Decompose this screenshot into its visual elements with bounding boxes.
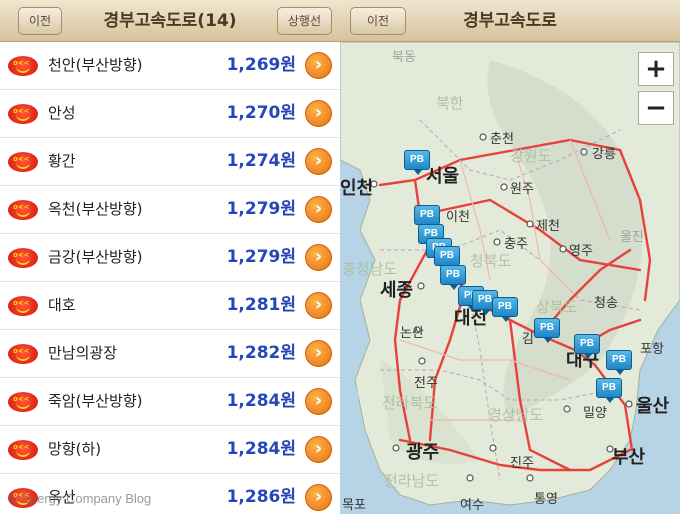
map-label-seoul: 서울 — [426, 166, 460, 187]
map-label-sejong: 세종 — [380, 280, 414, 301]
map-label-mokpo: 목포 — [342, 498, 366, 513]
station-marker[interactable]: PB — [492, 297, 518, 322]
map-label-gyeongbuk: 상북도 — [536, 298, 578, 316]
station-price: 1,284원 — [226, 391, 296, 411]
list-item[interactable]: o<< 망향(하) 1,284원 › — [0, 426, 340, 474]
station-marker[interactable]: PB — [404, 150, 430, 175]
gs-caltex-logo-icon: o<< — [8, 440, 38, 460]
list-item[interactable]: o<< 황간 1,274원 › — [0, 138, 340, 186]
list-item[interactable]: o<< 죽암(부산방향) 1,284원 › — [0, 378, 340, 426]
station-marker[interactable]: PB — [596, 378, 622, 403]
list-item[interactable]: o<< 옥천(부산방향) 1,279원 › — [0, 186, 340, 234]
station-name: 안성 — [48, 104, 76, 122]
station-name: 황간 — [48, 152, 76, 170]
chevron-right-icon[interactable]: › — [305, 100, 332, 127]
chevron-right-icon[interactable]: › — [305, 244, 332, 271]
map-navbar: 경부고속도로 이전 — [340, 0, 680, 42]
gs-caltex-logo-icon: o<< — [8, 296, 38, 316]
map-label-jecheon: 제천 — [536, 219, 560, 234]
map-label-cheongsong: 청송 — [594, 296, 618, 311]
map-label-jinju: 진주 — [510, 456, 534, 471]
station-name: 망향(하) — [48, 440, 102, 458]
station-name: 옥천(부산방향) — [48, 200, 143, 218]
station-name: 죽암(부산방향) — [48, 392, 143, 410]
gs-caltex-logo-icon: o<< — [8, 200, 38, 220]
map-screen: 북동 북한 강원도 춘천 강릉 인천 서울 원주 이천 제천 충주 영주 울진 … — [340, 0, 680, 514]
map-label-yeosu: 여수 — [460, 498, 484, 513]
map-label-gwangju: 광주 — [406, 442, 440, 463]
list-item[interactable]: o<< 천안(부산방향) 1,269원 › — [0, 42, 340, 90]
chevron-right-icon[interactable]: › — [305, 148, 332, 175]
station-list-screen: 경부고속도로(14) 이전 상행선 o<< 천안(부산방향) 1,269원 › … — [0, 0, 340, 514]
map-back-button[interactable]: 이전 — [350, 7, 406, 35]
station-name: 금강(부산방향) — [48, 248, 143, 266]
map-label-tongyeong: 통영 — [534, 492, 558, 507]
station-marker[interactable]: PB — [606, 350, 632, 375]
station-price: 1,282원 — [226, 343, 296, 363]
gs-caltex-logo-icon: o<< — [8, 392, 38, 412]
map-label-gangwon: 강원도 — [510, 147, 552, 165]
list-item[interactable]: o<< 금강(부산방향) 1,279원 › — [0, 234, 340, 282]
map-label-incheon: 인천 — [340, 178, 374, 199]
station-price: 1,270원 — [226, 103, 296, 123]
station-marker[interactable]: PB — [440, 265, 466, 290]
station-marker[interactable]: PB — [574, 334, 600, 359]
station-list: o<< 천안(부산방향) 1,269원 › o<< 안성 1,270원 › o<… — [0, 42, 340, 514]
list-item[interactable]: o<< 만남의광장 1,282원 › — [0, 330, 340, 378]
map-label-wonju: 원주 — [510, 182, 534, 197]
station-marker[interactable]: PB — [534, 318, 560, 343]
list-item[interactable]: o<< 대호 1,281원 › — [0, 282, 340, 330]
gs-caltex-logo-icon: o<< — [8, 344, 38, 364]
map-label-north-korea: 북한 — [436, 94, 464, 112]
map-label-miryang: 밀양 — [583, 406, 607, 421]
chevron-right-icon[interactable]: › — [305, 52, 332, 79]
gs-caltex-logo-icon: o<< — [8, 152, 38, 172]
map-label-yeongju: 영주 — [569, 244, 593, 259]
map-label-uljin: 울진 — [620, 230, 644, 245]
station-marker[interactable]: PB — [434, 246, 460, 271]
chevron-right-icon[interactable]: › — [305, 484, 332, 511]
map-label-ulsan: 울산 — [636, 396, 670, 417]
station-price: 1,279원 — [226, 199, 296, 219]
chevron-right-icon[interactable]: › — [305, 436, 332, 463]
map-label-pohang: 포항 — [640, 342, 664, 357]
station-marker[interactable]: PB — [414, 205, 440, 230]
station-price: 1,281원 — [226, 295, 296, 315]
station-price: 1,274원 — [226, 151, 296, 171]
map-label-chuncheon: 춘천 — [490, 132, 514, 147]
direction-button[interactable]: 상행선 — [276, 7, 332, 35]
map-label-gangneung: 강릉 — [592, 147, 616, 162]
gs-caltex-logo-icon: o<< — [8, 248, 38, 268]
zoom-in-button[interactable]: + — [638, 52, 674, 86]
zoom-out-button[interactable]: − — [638, 91, 674, 125]
map-label-gimcheon: 김 — [522, 332, 534, 347]
map-label-nonsan: 논산 — [400, 326, 424, 341]
map-label-jeonbuk: 전라북도 — [382, 394, 438, 412]
map-label-jeonnam: 전라남도 — [384, 472, 440, 490]
map-label-jeonju: 전주 — [414, 376, 438, 391]
chevron-right-icon[interactable]: › — [305, 196, 332, 223]
station-price: 1,279원 — [226, 247, 296, 267]
gs-caltex-logo-icon: o<< — [8, 56, 38, 76]
station-price: 1,284원 — [226, 439, 296, 459]
map-label-gyeongnam: 경상남도 — [488, 406, 544, 424]
map-label-busan: 부산 — [612, 447, 646, 468]
gs-caltex-logo-icon: o<< — [8, 104, 38, 124]
chevron-right-icon[interactable]: › — [305, 340, 332, 367]
chevron-right-icon[interactable]: › — [305, 292, 332, 319]
station-price: 1,286원 — [226, 487, 296, 507]
map-label-icheon: 이천 — [446, 210, 470, 225]
list-navbar: 경부고속도로(14) 이전 상행선 — [0, 0, 340, 42]
map-label-chungbuk: 청북도 — [470, 252, 512, 270]
station-name: 천안(부산방향) — [48, 56, 143, 74]
list-item[interactable]: o<< 안성 1,270원 › — [0, 90, 340, 138]
watermark: © Energy Company Blog — [8, 491, 152, 506]
back-button[interactable]: 이전 — [18, 7, 63, 35]
station-name: 만남의광장 — [48, 344, 118, 362]
station-price: 1,269원 — [226, 55, 296, 75]
map-label-north-korea: 북동 — [392, 50, 416, 65]
chevron-right-icon[interactable]: › — [305, 388, 332, 415]
station-name: 대호 — [48, 296, 76, 314]
